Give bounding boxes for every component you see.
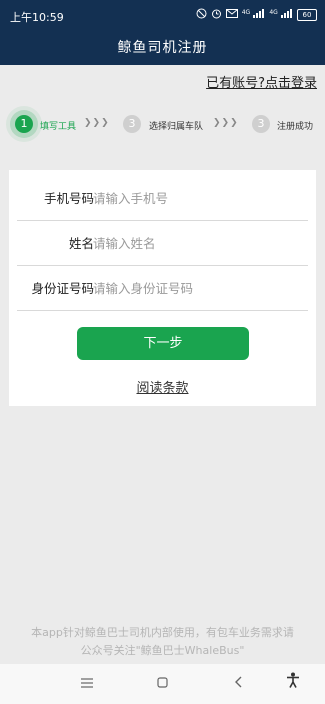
- status-icons: 4G 4G 60: [196, 8, 317, 22]
- name-row: 姓名: [9, 221, 316, 266]
- step-separator: ❯❯❯: [213, 118, 239, 128]
- footer-line-1: 本app针对鲸鱼巴士司机内部使用，有包车业务需求请: [31, 626, 294, 639]
- name-input[interactable]: [93, 221, 303, 266]
- step-2-circle: 3: [123, 115, 141, 133]
- id-card-label: 身份证号码: [31, 281, 94, 296]
- page-title: 鲸鱼司机注册: [0, 32, 325, 65]
- name-label: 姓名: [68, 236, 94, 251]
- id-card-row: 身份证号码: [9, 266, 316, 311]
- step-3-circle: 3: [252, 115, 270, 133]
- step-2-label: 选择归属车队: [149, 122, 204, 132]
- step-1-label: 填写工具: [40, 122, 77, 132]
- login-link[interactable]: 已有账号?点击登录: [206, 72, 317, 91]
- footer-note: 本app针对鲸鱼巴士司机内部使用，有包车业务需求请 公众号关注"鲸鱼巴士Whal…: [0, 624, 325, 660]
- step-3-label: 注册成功: [277, 122, 314, 132]
- next-step-button[interactable]: 下一步: [77, 327, 249, 360]
- do-not-disturb-icon: [196, 8, 207, 22]
- battery-icon: 60: [297, 9, 317, 21]
- id-card-input[interactable]: [93, 266, 303, 311]
- read-terms-link[interactable]: 阅读条款: [9, 377, 316, 396]
- step-1-circle: 1: [15, 115, 33, 133]
- mail-icon: [225, 9, 238, 21]
- divider: [17, 310, 308, 311]
- network-type-label: 4G: [269, 9, 278, 16]
- footer-line-2: 公众号关注"鲸鱼巴士WhaleBus": [80, 644, 245, 657]
- phone-input[interactable]: [93, 176, 303, 221]
- network-type-label: 4G: [241, 9, 251, 16]
- phone-label: 手机号码: [43, 191, 94, 206]
- back-icon[interactable]: [218, 664, 258, 704]
- status-bar: 上午10:59 4G 4G 60: [0, 0, 325, 32]
- system-nav-bar: [0, 664, 325, 704]
- home-icon[interactable]: [142, 664, 182, 704]
- menu-icon[interactable]: [67, 664, 107, 704]
- phone-row: 手机号码: [9, 176, 316, 221]
- status-time: 上午10:59: [10, 11, 64, 24]
- registration-form: 手机号码 姓名 身份证号码 下一步 阅读条款: [9, 170, 316, 406]
- signal-4g-icon: 4G: [242, 9, 266, 21]
- signal-4g-icon: 4G: [269, 9, 293, 21]
- registration-steps: 1 填写工具 ❯❯❯ 3 选择归属车队 ❯❯❯ 3 注册成功: [0, 104, 325, 144]
- alarm-icon: [211, 8, 222, 22]
- accessibility-icon[interactable]: [273, 664, 313, 704]
- step-separator: ❯❯❯: [84, 118, 110, 128]
